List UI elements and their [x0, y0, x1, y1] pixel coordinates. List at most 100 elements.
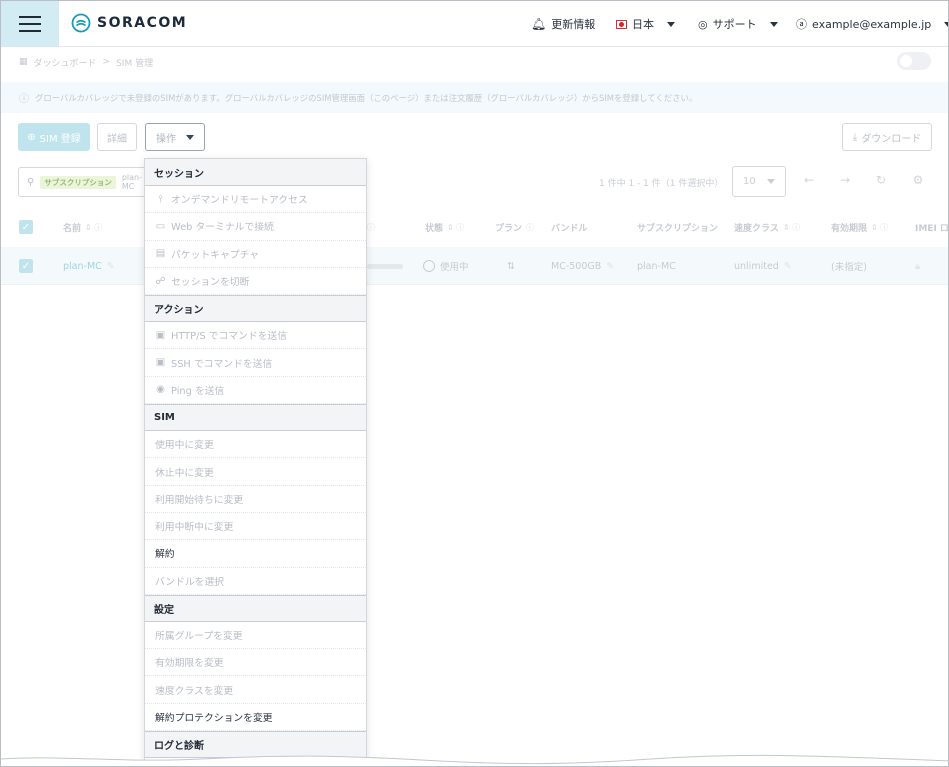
register-sim-label: SIM 登録: [39, 133, 81, 145]
menu-item: ▣ HTTP/S でコマンドを送信: [145, 322, 366, 350]
breadcrumb-current: SIM 管理: [116, 58, 154, 69]
row-speed-class-text: unlimited: [734, 260, 779, 272]
row-usage-bar: [367, 247, 403, 285]
column-bundle-label: バンドル: [551, 223, 588, 234]
ping-icon: ◉: [156, 384, 165, 396]
details-button[interactable]: 詳細: [97, 123, 137, 151]
column-status[interactable]: 状態 ⇕ ⓘ: [425, 208, 464, 246]
menu-item: ▣ SSH でコマンドを送信: [145, 349, 366, 377]
plus-circle-icon: ⊕: [27, 131, 36, 143]
actions-label: 操作: [156, 133, 176, 145]
menu-item-label: 利用中断中に変更: [155, 522, 234, 534]
breadcrumb: ▦ ダッシュボード > SIM 管理: [19, 53, 153, 71]
column-plan-label: プラン: [495, 223, 523, 234]
language-label: 日本: [632, 18, 654, 31]
remote-access-icon: ⫯: [158, 193, 163, 205]
edit-pencil-icon[interactable]: ✎: [606, 261, 614, 272]
per-page-value: 10: [743, 176, 756, 187]
column-status-label: 状態: [425, 223, 444, 234]
logo-text: SORACOM: [97, 15, 188, 31]
notice-banner: ⓘ グローバルカバレッジで未登録のSIMがあります。グローバルカバレッジのSIM…: [1, 82, 948, 113]
soracom-logo[interactable]: SORACOM: [71, 13, 187, 33]
app-window: SORACOM 🔔︎ 更新情報 日本 ◎ サポート ⓐ example@exam…: [0, 0, 949, 767]
gear-icon[interactable]: ⚙: [910, 172, 926, 188]
row-plan-change-icon[interactable]: ⇅: [507, 247, 515, 285]
reload-icon[interactable]: ↻: [873, 172, 889, 188]
menu-item: 使用中に変更: [145, 431, 366, 459]
row-expiry: (未指定): [831, 262, 867, 273]
menu-item: ▤ パケットキャプチャ: [145, 241, 366, 268]
column-speed-class[interactable]: 速度クラス ⇕ ⓘ: [734, 208, 800, 246]
menu-item: 所属グループを変更: [145, 622, 366, 650]
search-icon: ⚲: [27, 176, 35, 188]
lifebuoy-icon: ◎: [698, 17, 708, 31]
hamburger-icon: [19, 16, 41, 32]
actions-dropdown-button[interactable]: 操作: [145, 123, 205, 151]
user-dropdown[interactable]: ⓐ example@example.jp: [796, 1, 948, 47]
register-sim-button[interactable]: ⊕ SIM 登録: [18, 123, 90, 151]
sort-icon: ⇕ ⓘ: [782, 222, 801, 232]
menu-item-label: 利用開始待ちに変更: [155, 494, 244, 506]
column-subscription[interactable]: サブスクリプション: [637, 208, 718, 246]
download-button[interactable]: ⤓ ダウンロード: [842, 123, 932, 151]
row-name[interactable]: plan-MC ✎: [63, 247, 115, 285]
coverage-toggle[interactable]: [897, 52, 931, 70]
row-status: 使用中: [423, 247, 469, 285]
top-header: SORACOM 🔔︎ 更新情報 日本 ◎ サポート ⓐ example@exam…: [1, 1, 948, 47]
column-expiry[interactable]: 有効期限 ⇕ ⓘ: [831, 208, 888, 246]
news-label: 更新情報: [551, 18, 596, 31]
per-page-select[interactable]: 10: [732, 166, 786, 197]
menu-item-label: 使用中に変更: [155, 440, 214, 452]
menu-item-label: オンデマンドリモートアクセス: [171, 195, 308, 207]
menu-section-header: セッション: [145, 159, 366, 186]
chevron-down-icon: [767, 179, 775, 184]
column-expiry-label: 有効期限: [831, 223, 868, 234]
prev-page-icon[interactable]: ←: [801, 172, 817, 188]
menu-item: バンドルを選択: [145, 568, 366, 595]
menu-item[interactable]: 解約プロテクションを変更: [145, 704, 366, 732]
user-label: example@example.jp: [812, 17, 932, 31]
details-label: 詳細: [107, 133, 127, 145]
sort-icon: ⇕ ⓘ: [447, 222, 465, 232]
edit-pencil-icon[interactable]: ✎: [107, 261, 115, 272]
menu-item-label: Web ターミナルで接続: [171, 222, 274, 234]
support-label: サポート: [712, 18, 757, 31]
next-page-icon[interactable]: →: [837, 172, 853, 188]
http-command-icon: ▣: [155, 329, 166, 341]
search-input[interactable]: ⚲ サブスクリプション plan-MC: [18, 167, 152, 197]
menu-item[interactable]: 解約: [145, 540, 366, 568]
select-all-checkbox[interactable]: ✓: [19, 220, 33, 234]
breadcrumb-dashboard[interactable]: ダッシュボード: [34, 56, 97, 69]
chevron-down-icon: [667, 21, 675, 27]
sort-icon: ⇕ ⓘ: [871, 222, 889, 232]
status-indicator-icon: [423, 260, 435, 272]
menu-item-label: バンドルを選択: [155, 576, 225, 588]
menu-item-label: 解約プロテクションを変更: [155, 712, 273, 724]
row-checkbox[interactable]: ✓: [19, 259, 33, 273]
torn-edge-decoration: [1, 754, 948, 766]
news-link[interactable]: 🔔︎ 更新情報: [531, 1, 595, 47]
column-imei[interactable]: IMEI ロ: [915, 208, 948, 246]
lock-icon[interactable]: 🔒︎: [915, 247, 920, 285]
column-name[interactable]: 名前 ⇕ ⓘ: [63, 208, 102, 246]
edit-pencil-icon[interactable]: ✎: [784, 261, 792, 272]
menu-item: 利用中断中に変更: [145, 513, 366, 541]
packet-capture-icon: ▤: [155, 248, 166, 260]
column-bundle[interactable]: バンドル: [551, 208, 587, 246]
actions-dropdown-menu: セッション ⫯ オンデマンドリモートアクセス ▭ Web ターミナルで接続 ▤ パケットキャ…: [144, 158, 367, 766]
row-name-text: plan-MC: [63, 260, 102, 272]
column-plan[interactable]: プラン ⓘ: [495, 208, 534, 246]
menu-item-label: 休止中に変更: [155, 467, 214, 479]
menu-item: 速度クラスを変更: [145, 676, 366, 704]
user-icon: ⓐ: [796, 18, 807, 31]
menu-item-label: 有効期限を変更: [155, 658, 224, 670]
language-dropdown[interactable]: 日本: [616, 1, 675, 47]
support-dropdown[interactable]: ◎ サポート: [698, 1, 778, 47]
notice-text: グローバルカバレッジで未登録のSIMがあります。グローバルカバレッジのSIM管理…: [35, 92, 698, 103]
pagination-summary: 1 件中 1 - 1 件（1 件選択中）: [599, 178, 724, 189]
column-speed-class-label: 速度クラス: [734, 223, 779, 234]
row-speed-class: unlimited ✎: [734, 247, 792, 285]
disconnect-icon: ☍: [155, 275, 166, 287]
hamburger-menu-button[interactable]: [1, 1, 59, 47]
info-icon: ⓘ: [19, 94, 29, 105]
